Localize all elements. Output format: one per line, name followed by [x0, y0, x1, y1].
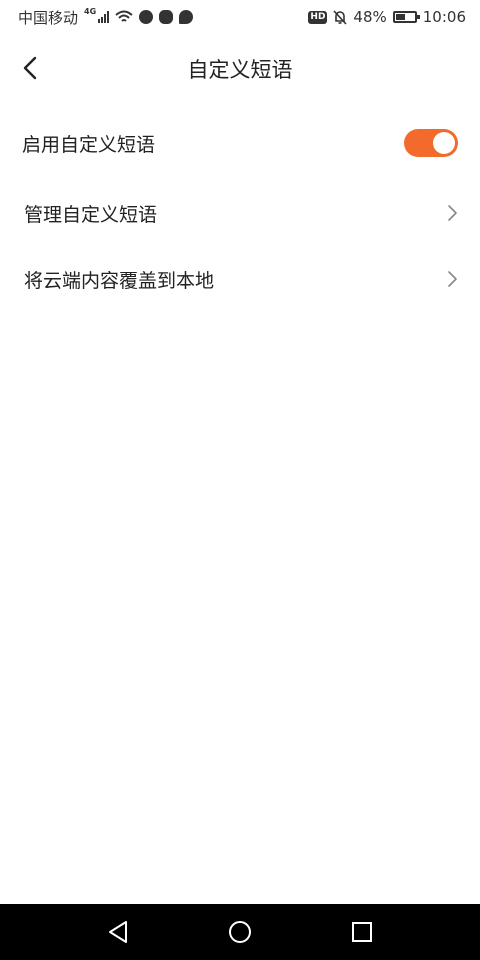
enable-custom-phrases-row: 启用自定义短语 — [0, 112, 480, 174]
chevron-right-icon — [448, 205, 457, 221]
overwrite-cloud-to-local-row[interactable]: 将云端内容覆盖到本地 — [0, 248, 480, 310]
status-bar: 中国移动 4G HD 48% 10:06 — [0, 0, 480, 34]
home-circle-icon — [229, 921, 251, 943]
bell-muted-icon — [333, 9, 348, 25]
screen: 中国移动 4G HD 48% 10:06 自定义短语 启用自定义短语 管理自定义… — [0, 0, 480, 960]
system-home-button[interactable] — [219, 911, 261, 953]
toggle-knob — [433, 132, 455, 154]
battery-percent: 48% — [353, 8, 387, 26]
back-triangle-icon — [109, 921, 127, 943]
wifi-icon — [115, 10, 133, 22]
hd-badge: HD — [308, 10, 328, 24]
system-nav-bar — [0, 904, 480, 960]
nav-header: 自定义短语 — [0, 40, 480, 98]
chevron-left-icon — [23, 56, 37, 80]
battery-icon — [392, 11, 420, 23]
signal-icon — [98, 11, 110, 23]
status-left: 中国移动 4G — [18, 6, 194, 28]
app-notification-icon — [139, 10, 154, 24]
carrier-name: 中国移动 — [18, 8, 79, 27]
wechat-icon — [159, 10, 174, 24]
network-type: 4G — [84, 6, 97, 16]
page-title: 自定义短语 — [187, 58, 293, 82]
enable-custom-phrases-label: 启用自定义短语 — [22, 133, 156, 156]
overwrite-cloud-to-local-label: 将云端内容覆盖到本地 — [24, 269, 215, 292]
recents-square-icon — [352, 922, 372, 942]
status-right: HD 48% 10:06 — [308, 8, 466, 26]
enable-custom-phrases-toggle[interactable] — [404, 129, 458, 157]
system-back-button[interactable] — [97, 911, 139, 953]
chevron-right-icon — [448, 271, 457, 287]
back-button[interactable] — [12, 50, 48, 86]
manage-custom-phrases-label: 管理自定义短语 — [24, 203, 158, 226]
manage-custom-phrases-row[interactable]: 管理自定义短语 — [0, 182, 480, 244]
system-recents-button[interactable] — [341, 911, 383, 953]
message-bubble-icon — [179, 10, 194, 24]
status-time: 10:06 — [422, 8, 466, 26]
